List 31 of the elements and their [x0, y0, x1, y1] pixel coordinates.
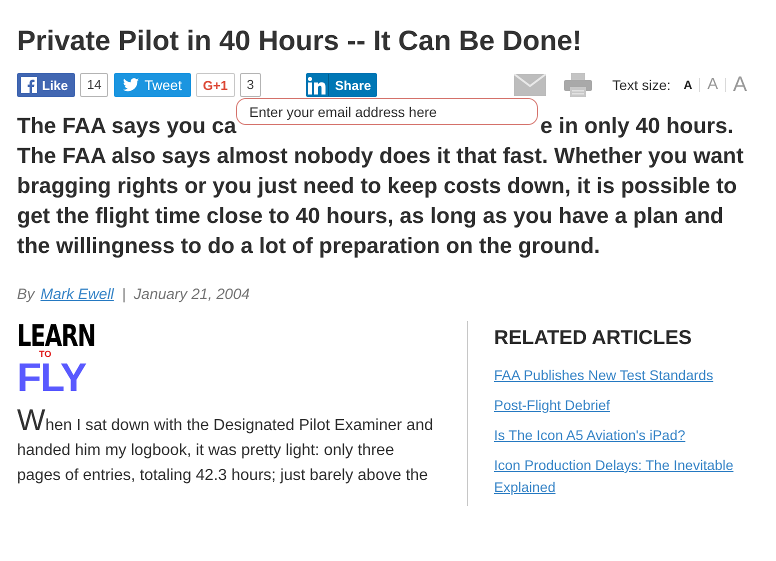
tweet-button[interactable]: Tweet	[114, 73, 191, 97]
related-heading: RELATED ARTICLES	[494, 327, 693, 350]
facebook-icon	[21, 77, 37, 93]
intro-paragraph: The FAA also says almost nobody does it that fast. Whether you want bragging rights or you just need to keep costs down, it is possible to get the flight time close to 40 hours, as long as you have a plan and the willingness to do a lot of preparation on the ground.	[17, 142, 745, 260]
text-size-button[interactable]: A	[726, 75, 754, 95]
related-article-link[interactable]: Is The Icon A5 Aviation's iPad?	[494, 424, 744, 446]
byline-separator: |	[122, 286, 126, 303]
text-size-button[interactable]: A	[700, 75, 725, 95]
learn-to-fly-logo: LEARN TO FLY	[17, 321, 96, 397]
share-button[interactable]: Share	[306, 73, 378, 97]
bird-icon	[123, 78, 140, 92]
byline-label: By	[17, 286, 35, 303]
plus-one-button[interactable]: G+1	[196, 73, 235, 97]
printer-icon	[564, 73, 592, 97]
related-article-link[interactable]: Post-Flight Debrief	[494, 394, 744, 416]
body-paragraph: When I sat down with the Designated Pilot Examiner and handed him my logbook, it was pretty light: only three pages of entries, totaling 42.3 hours; just barely above the	[17, 411, 434, 486]
share-count: 14	[80, 73, 108, 97]
related-article-link[interactable]: Icon Production Delays: The Inevitable Explained	[494, 454, 744, 498]
share-count: 3	[240, 73, 262, 97]
intro-text: The FAA says you ca	[17, 112, 236, 140]
article-title: Private Pilot in 40 Hours -- It Can Be Done!	[17, 24, 583, 58]
text-size-label: Text size:	[612, 77, 671, 93]
author-link[interactable]: Mark Ewell	[40, 286, 114, 303]
intro-text: e in only 40 hours.	[540, 112, 734, 140]
email-field[interactable]: Enter your email address here	[236, 98, 538, 125]
text-size-button[interactable]: A	[676, 75, 700, 95]
linkedin-icon	[306, 74, 330, 96]
related-article-link[interactable]: FAA Publishes New Test Standards	[494, 364, 744, 386]
publish-date: January 21, 2004	[134, 286, 250, 303]
envelope-icon	[514, 74, 546, 96]
like-button[interactable]: Like	[17, 73, 76, 97]
